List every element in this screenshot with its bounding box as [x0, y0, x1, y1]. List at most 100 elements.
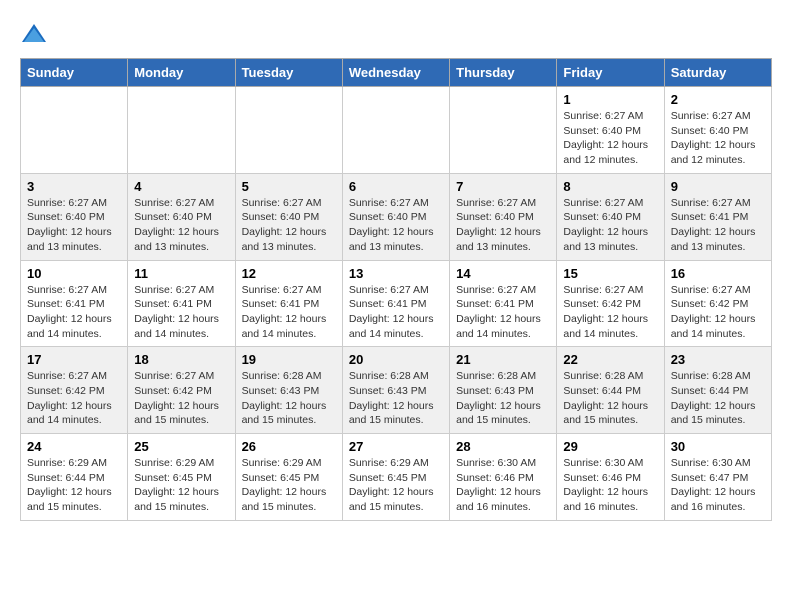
day-number: 3 [27, 179, 121, 194]
calendar-cell [342, 87, 449, 174]
week-row-2: 3 Sunrise: 6:27 AM Sunset: 6:40 PM Daylig… [21, 173, 772, 260]
day-number: 13 [349, 266, 443, 281]
day-info: Sunrise: 6:29 AM Sunset: 6:45 PM Dayligh… [242, 456, 336, 515]
calendar-table: SundayMondayTuesdayWednesdayThursdayFrid… [20, 58, 772, 521]
calendar-cell: 8 Sunrise: 6:27 AM Sunset: 6:40 PM Daylig… [557, 173, 664, 260]
week-row-5: 24 Sunrise: 6:29 AM Sunset: 6:44 PM Dayli… [21, 434, 772, 521]
calendar-cell: 25 Sunrise: 6:29 AM Sunset: 6:45 PM Dayli… [128, 434, 235, 521]
calendar-cell [128, 87, 235, 174]
calendar-cell: 24 Sunrise: 6:29 AM Sunset: 6:44 PM Dayli… [21, 434, 128, 521]
calendar-cell [450, 87, 557, 174]
week-row-1: 1 Sunrise: 6:27 AM Sunset: 6:40 PM Daylig… [21, 87, 772, 174]
day-number: 11 [134, 266, 228, 281]
day-number: 16 [671, 266, 765, 281]
page-header [20, 20, 772, 48]
calendar-cell: 23 Sunrise: 6:28 AM Sunset: 6:44 PM Dayli… [664, 347, 771, 434]
day-info: Sunrise: 6:27 AM Sunset: 6:41 PM Dayligh… [456, 283, 550, 342]
calendar-cell: 2Sunrise: 6:27 AM Sunset: 6:40 PM Daylig… [664, 87, 771, 174]
calendar-header-row: SundayMondayTuesdayWednesdayThursdayFrid… [21, 59, 772, 87]
day-info: Sunrise: 6:27 AM Sunset: 6:41 PM Dayligh… [134, 283, 228, 342]
calendar-cell: 22 Sunrise: 6:28 AM Sunset: 6:44 PM Dayli… [557, 347, 664, 434]
column-header-sunday: Sunday [21, 59, 128, 87]
calendar-cell: 7 Sunrise: 6:27 AM Sunset: 6:40 PM Daylig… [450, 173, 557, 260]
calendar-cell: 6 Sunrise: 6:27 AM Sunset: 6:40 PM Daylig… [342, 173, 449, 260]
column-header-thursday: Thursday [450, 59, 557, 87]
day-info: Sunrise: 6:27 AM Sunset: 6:42 PM Dayligh… [134, 369, 228, 428]
day-info: Sunrise: 6:28 AM Sunset: 6:43 PM Dayligh… [456, 369, 550, 428]
day-info: Sunrise: 6:29 AM Sunset: 6:45 PM Dayligh… [134, 456, 228, 515]
day-number: 25 [134, 439, 228, 454]
column-header-saturday: Saturday [664, 59, 771, 87]
day-info: Sunrise: 6:27 AM Sunset: 6:40 PM Dayligh… [671, 109, 765, 168]
day-number: 5 [242, 179, 336, 194]
calendar-cell: 19 Sunrise: 6:28 AM Sunset: 6:43 PM Dayli… [235, 347, 342, 434]
logo [20, 20, 52, 48]
day-info: Sunrise: 6:28 AM Sunset: 6:44 PM Dayligh… [563, 369, 657, 428]
calendar-cell: 13 Sunrise: 6:27 AM Sunset: 6:41 PM Dayli… [342, 260, 449, 347]
day-number: 19 [242, 352, 336, 367]
day-number: 14 [456, 266, 550, 281]
day-number: 26 [242, 439, 336, 454]
calendar-cell: 27 Sunrise: 6:29 AM Sunset: 6:45 PM Dayli… [342, 434, 449, 521]
day-info: Sunrise: 6:27 AM Sunset: 6:40 PM Dayligh… [563, 196, 657, 255]
column-header-monday: Monday [128, 59, 235, 87]
day-number: 4 [134, 179, 228, 194]
day-number: 21 [456, 352, 550, 367]
day-number: 12 [242, 266, 336, 281]
day-number: 23 [671, 352, 765, 367]
day-number: 1 [563, 92, 657, 107]
calendar-cell: 14 Sunrise: 6:27 AM Sunset: 6:41 PM Dayli… [450, 260, 557, 347]
day-number: 18 [134, 352, 228, 367]
day-info: Sunrise: 6:27 AM Sunset: 6:41 PM Dayligh… [242, 283, 336, 342]
calendar-cell: 17 Sunrise: 6:27 AM Sunset: 6:42 PM Dayli… [21, 347, 128, 434]
calendar-cell: 18 Sunrise: 6:27 AM Sunset: 6:42 PM Dayli… [128, 347, 235, 434]
day-info: Sunrise: 6:27 AM Sunset: 6:41 PM Dayligh… [27, 283, 121, 342]
day-info: Sunrise: 6:28 AM Sunset: 6:43 PM Dayligh… [349, 369, 443, 428]
day-info: Sunrise: 6:27 AM Sunset: 6:42 PM Dayligh… [27, 369, 121, 428]
calendar-cell: 26 Sunrise: 6:29 AM Sunset: 6:45 PM Dayli… [235, 434, 342, 521]
calendar-cell: 28Sunrise: 6:30 AM Sunset: 6:46 PM Dayli… [450, 434, 557, 521]
week-row-4: 17 Sunrise: 6:27 AM Sunset: 6:42 PM Dayli… [21, 347, 772, 434]
day-info: Sunrise: 6:29 AM Sunset: 6:45 PM Dayligh… [349, 456, 443, 515]
day-number: 30 [671, 439, 765, 454]
day-info: Sunrise: 6:30 AM Sunset: 6:47 PM Dayligh… [671, 456, 765, 515]
day-info: Sunrise: 6:28 AM Sunset: 6:44 PM Dayligh… [671, 369, 765, 428]
calendar-cell: 21 Sunrise: 6:28 AM Sunset: 6:43 PM Dayli… [450, 347, 557, 434]
day-info: Sunrise: 6:30 AM Sunset: 6:46 PM Dayligh… [563, 456, 657, 515]
day-number: 27 [349, 439, 443, 454]
logo-icon [20, 20, 48, 48]
day-info: Sunrise: 6:27 AM Sunset: 6:42 PM Dayligh… [671, 283, 765, 342]
calendar-cell: 5Sunrise: 6:27 AM Sunset: 6:40 PM Daylig… [235, 173, 342, 260]
column-header-tuesday: Tuesday [235, 59, 342, 87]
calendar-cell: 4Sunrise: 6:27 AM Sunset: 6:40 PM Daylig… [128, 173, 235, 260]
day-number: 29 [563, 439, 657, 454]
day-info: Sunrise: 6:29 AM Sunset: 6:44 PM Dayligh… [27, 456, 121, 515]
day-number: 17 [27, 352, 121, 367]
day-info: Sunrise: 6:27 AM Sunset: 6:42 PM Dayligh… [563, 283, 657, 342]
day-info: Sunrise: 6:27 AM Sunset: 6:40 PM Dayligh… [563, 109, 657, 168]
calendar-cell: 1 Sunrise: 6:27 AM Sunset: 6:40 PM Daylig… [557, 87, 664, 174]
calendar-cell: 10 Sunrise: 6:27 AM Sunset: 6:41 PM Dayli… [21, 260, 128, 347]
day-number: 7 [456, 179, 550, 194]
day-info: Sunrise: 6:28 AM Sunset: 6:43 PM Dayligh… [242, 369, 336, 428]
calendar-cell: 3 Sunrise: 6:27 AM Sunset: 6:40 PM Daylig… [21, 173, 128, 260]
calendar-cell: 12 Sunrise: 6:27 AM Sunset: 6:41 PM Dayli… [235, 260, 342, 347]
calendar-cell: 30 Sunrise: 6:30 AM Sunset: 6:47 PM Dayli… [664, 434, 771, 521]
calendar-cell: 29 Sunrise: 6:30 AM Sunset: 6:46 PM Dayli… [557, 434, 664, 521]
day-info: Sunrise: 6:27 AM Sunset: 6:41 PM Dayligh… [349, 283, 443, 342]
day-info: Sunrise: 6:27 AM Sunset: 6:40 PM Dayligh… [27, 196, 121, 255]
day-number: 6 [349, 179, 443, 194]
day-number: 28 [456, 439, 550, 454]
column-header-wednesday: Wednesday [342, 59, 449, 87]
day-number: 9 [671, 179, 765, 194]
day-number: 22 [563, 352, 657, 367]
day-number: 8 [563, 179, 657, 194]
day-number: 10 [27, 266, 121, 281]
calendar-cell [21, 87, 128, 174]
day-info: Sunrise: 6:27 AM Sunset: 6:40 PM Dayligh… [349, 196, 443, 255]
column-header-friday: Friday [557, 59, 664, 87]
day-number: 20 [349, 352, 443, 367]
day-number: 24 [27, 439, 121, 454]
day-info: Sunrise: 6:27 AM Sunset: 6:40 PM Dayligh… [456, 196, 550, 255]
day-number: 15 [563, 266, 657, 281]
